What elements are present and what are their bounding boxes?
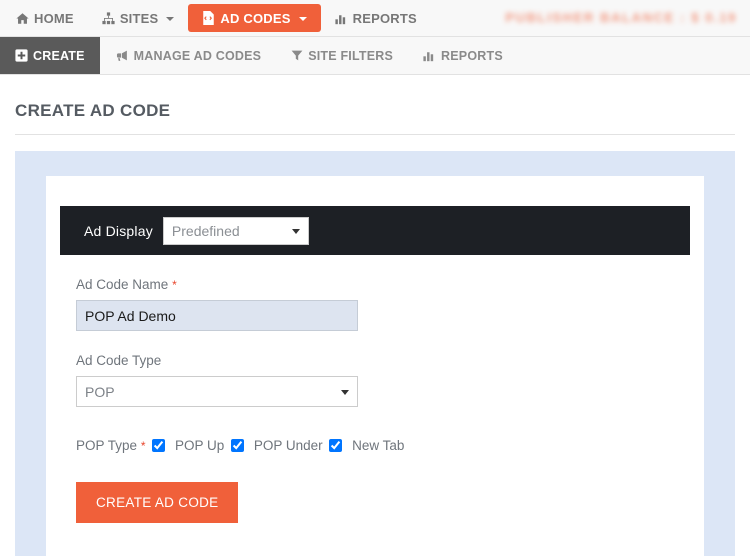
form-panel: Ad Display Predefined Ad Code Name * Ad … xyxy=(15,151,735,556)
field-ad-code-name: Ad Code Name * xyxy=(76,277,690,331)
field-pop-type: POP Type * POP Up POP Under New Tab xyxy=(76,431,406,461)
subnav-item-site-filters-label: SITE FILTERS xyxy=(308,48,394,63)
page-title: CREATE AD CODE xyxy=(15,101,171,120)
create-ad-code-button[interactable]: CREATE AD CODE xyxy=(76,482,239,523)
page-header: CREATE AD CODE xyxy=(0,75,750,135)
nav-item-sites-label: SITES xyxy=(119,10,159,26)
nav-item-home[interactable]: HOME xyxy=(0,0,88,36)
file-code-icon xyxy=(202,11,215,25)
home-icon xyxy=(16,12,29,25)
ad-display-select[interactable]: Predefined xyxy=(162,216,309,245)
ad-display-select-wrapper: Predefined xyxy=(162,216,309,245)
subnav-item-manage-ad-codes[interactable]: MANAGE AD CODES xyxy=(100,37,277,74)
publisher-balance: PUBLISHER BALANCE : $ 0.19 xyxy=(505,10,737,25)
form-body: Ad Code Name * Ad Code Type POP POP Type… xyxy=(60,277,690,523)
subnav-item-site-filters[interactable]: SITE FILTERS xyxy=(276,37,408,74)
nav-item-ad-codes-label: AD CODES xyxy=(220,10,291,26)
subnav-item-create[interactable]: CREATE xyxy=(0,37,100,74)
bullhorn-icon xyxy=(115,49,129,62)
subnav-item-create-label: CREATE xyxy=(33,48,85,63)
required-marker: * xyxy=(172,278,177,292)
subnav-item-reports-label: REPORTS xyxy=(441,48,503,63)
ad-code-name-label: Ad Code Name * xyxy=(76,277,690,292)
pop-under-label: POP Under xyxy=(253,438,323,453)
sub-navbar: CREATE MANAGE AD CODES SITE FILTERS REPO… xyxy=(0,37,750,75)
bar-chart-icon xyxy=(423,49,436,62)
ad-code-type-label: Ad Code Type xyxy=(76,353,162,368)
ad-code-name-input[interactable] xyxy=(76,300,358,331)
top-navbar: HOME SITES AD CODES REPORTS PUBLISHER BA… xyxy=(0,0,750,37)
ad-display-bar: Ad Display Predefined xyxy=(60,206,690,255)
form-card: Ad Display Predefined Ad Code Name * Ad … xyxy=(46,176,704,556)
ad-code-type-select-wrapper: POP xyxy=(76,376,358,407)
nav-item-reports[interactable]: REPORTS xyxy=(321,0,431,36)
chevron-down-icon xyxy=(166,17,175,21)
ad-code-type-select[interactable]: POP xyxy=(76,376,358,407)
subnav-item-reports[interactable]: REPORTS xyxy=(408,37,518,74)
filter-icon xyxy=(291,49,303,62)
ad-code-name-label-text: Ad Code Name xyxy=(76,277,169,292)
pop-type-label: POP Type xyxy=(76,438,138,453)
bar-chart-icon xyxy=(335,12,348,25)
chevron-down-icon xyxy=(298,17,307,21)
new-tab-label: New Tab xyxy=(352,438,405,453)
nav-item-sites[interactable]: SITES xyxy=(88,0,189,36)
sitemap-icon xyxy=(102,11,115,25)
pop-up-label: POP Up xyxy=(175,438,225,453)
nav-item-home-label: HOME xyxy=(34,10,74,26)
ad-display-label: Ad Display xyxy=(84,222,153,239)
plus-square-icon xyxy=(15,49,28,62)
nav-item-ad-codes[interactable]: AD CODES xyxy=(188,4,321,32)
required-marker: * xyxy=(140,439,146,453)
nav-item-reports-label: REPORTS xyxy=(352,10,417,26)
pop-up-checkbox[interactable] xyxy=(152,439,166,452)
pop-under-checkbox[interactable] xyxy=(231,439,245,452)
new-tab-checkbox[interactable] xyxy=(329,439,343,452)
subnav-item-manage-ad-codes-label: MANAGE AD CODES xyxy=(133,48,262,63)
field-ad-code-type: Ad Code Type POP xyxy=(76,353,690,407)
title-divider xyxy=(15,134,735,135)
